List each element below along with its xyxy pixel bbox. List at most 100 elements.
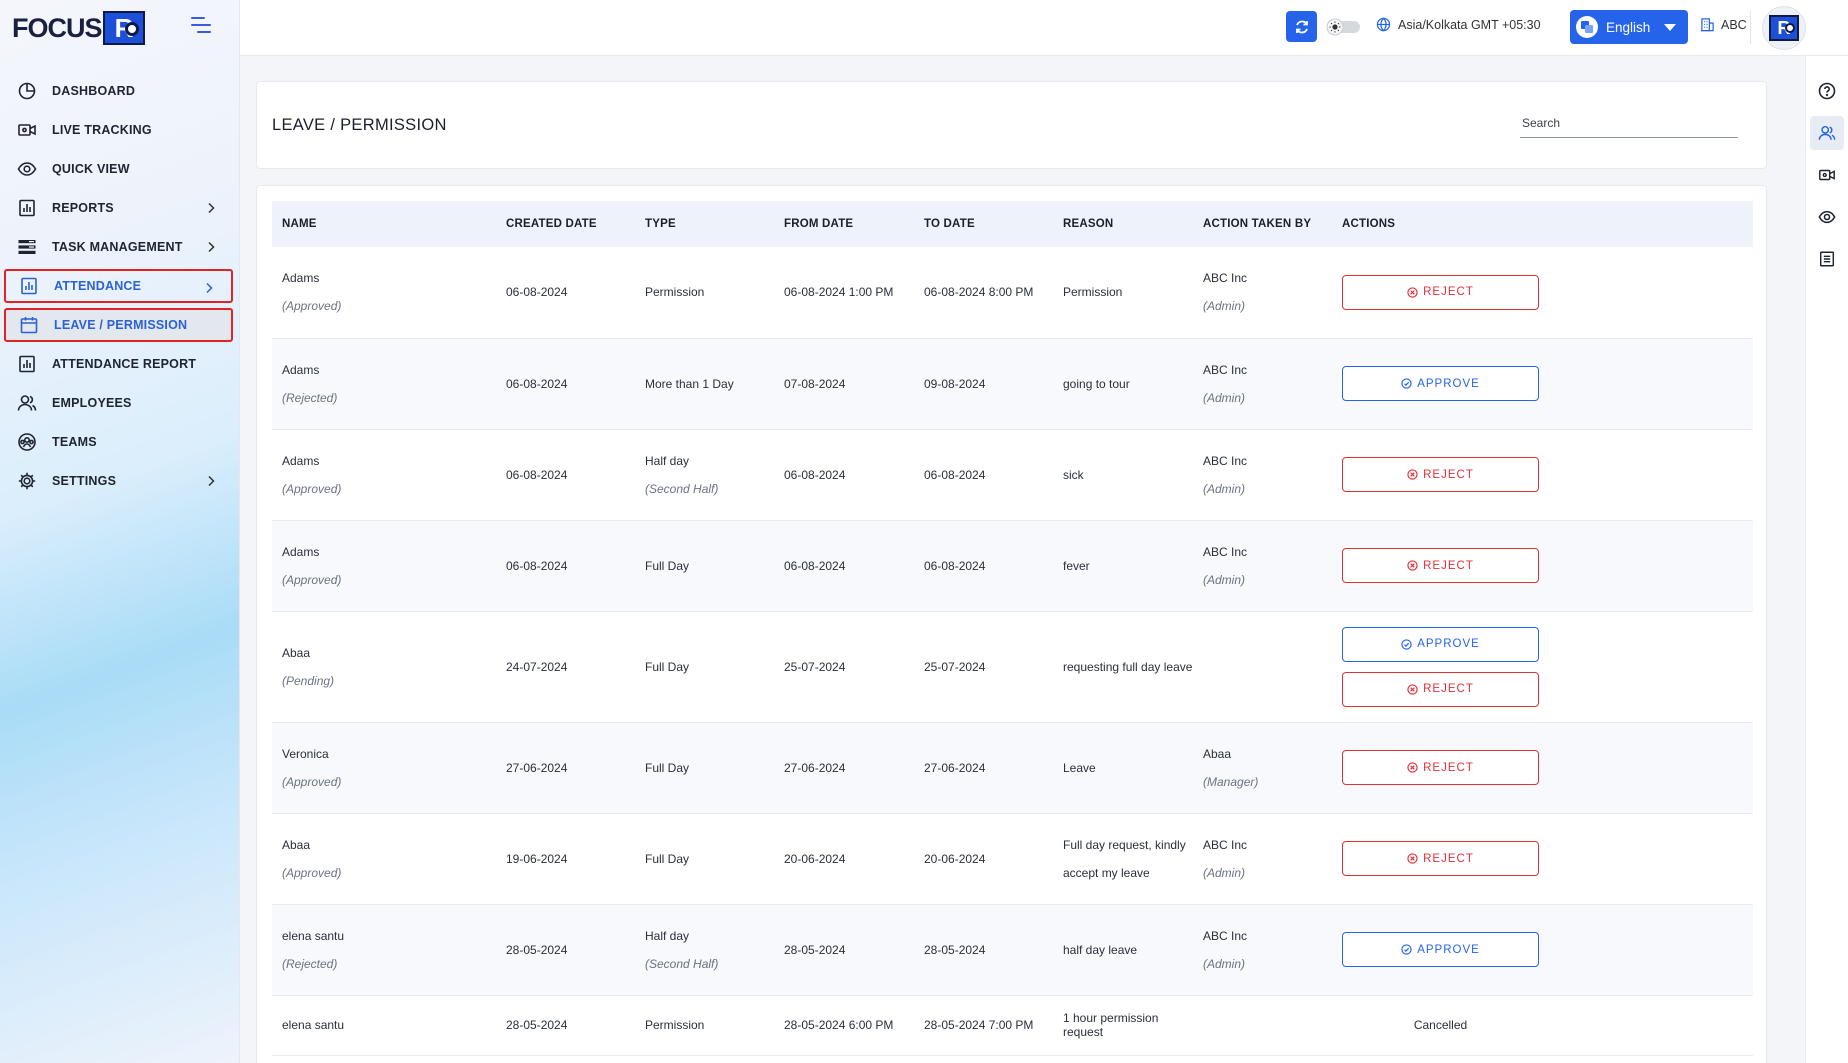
cell-actions: REJECT [1332, 722, 1753, 813]
chevron-right-icon [208, 241, 215, 253]
from-date: 06-08-2024 [784, 467, 846, 482]
timezone-display[interactable]: Asia/Kolkata GMT +05:30 [1376, 17, 1541, 32]
cell-action-taken-by: ABC Inc (Admin) [1193, 429, 1332, 520]
sidebar-item-dashboard[interactable]: DASHBOARD [4, 74, 233, 108]
search-input[interactable] [1520, 108, 1738, 137]
reason: Permission [1063, 285, 1123, 300]
cell-reason: requesting full day leave [1053, 611, 1193, 722]
sidebar-item-attendance[interactable]: ATTENDANCE [4, 269, 233, 303]
reject-button[interactable]: REJECT [1342, 671, 1539, 707]
sidebar-item-employees[interactable]: EMPLOYEES [4, 386, 233, 420]
sidebar-item-label: ATTENDANCE [54, 279, 142, 293]
cell-created-date: 24-07-2024 [496, 611, 635, 722]
page-header-card: LEAVE / PERMISSION [256, 81, 1767, 169]
table-row: Abaa (Pending) 24-07-2024 Full Day 25-07-202… [272, 611, 1753, 722]
logo-wordmark: FOCUS R [12, 11, 145, 45]
menu-toggle-button[interactable] [191, 17, 215, 37]
sidebar-item-label: DASHBOARD [52, 84, 136, 98]
refresh-button[interactable] [1286, 11, 1317, 42]
action-taken-role: (Admin) [1203, 865, 1246, 880]
approve-button[interactable]: APPROVE [1342, 626, 1539, 662]
cell-actions: APPROVE [1332, 338, 1753, 429]
cell-action-taken-by: ABC Inc (Admin) [1193, 338, 1332, 429]
button-label: REJECT [1423, 286, 1474, 299]
help-button[interactable] [1810, 74, 1844, 108]
cell-action-taken-by: Abaa (Manager) [1193, 722, 1332, 813]
cell-created-date: 28-05-2024 [496, 904, 635, 995]
column-header-created-date[interactable]: CREATED DATE [496, 201, 635, 247]
organization-selector[interactable]: ABC [1700, 17, 1747, 32]
column-header-action-taken-by[interactable]: ACTION TAKEN BY [1193, 201, 1332, 247]
sidebar-item-settings[interactable]: SETTINGS [4, 464, 233, 498]
column-header-type[interactable]: TYPE [635, 201, 774, 247]
reason: sick [1063, 467, 1084, 482]
action-taken-by: Abaa [1203, 746, 1232, 761]
approve-button[interactable]: APPROVE [1342, 366, 1539, 401]
table-row: Abaa (Approved) 19-06-2024 Full Day 20-06-20… [272, 813, 1753, 904]
search-field[interactable] [1520, 108, 1738, 138]
action-taken-by: ABC Inc [1203, 271, 1248, 286]
button-label: REJECT [1423, 761, 1474, 774]
teams-icon [16, 431, 38, 453]
sidebar-item-task-management[interactable]: TASK MANAGEMENT [4, 230, 233, 264]
sidebar-item-attendance-report[interactable]: ATTENDANCE REPORT [4, 347, 233, 381]
logo[interactable]: FOCUS R [0, 0, 239, 56]
reject-button[interactable]: REJECT [1342, 457, 1539, 492]
reject-button[interactable]: REJECT [1342, 841, 1539, 876]
report-icon [16, 353, 38, 375]
reject-button[interactable]: REJECT [1342, 548, 1539, 583]
sidebar-item-reports[interactable]: REPORTS [4, 191, 233, 225]
reason: fever [1063, 558, 1090, 573]
sidebar-item-live-tracking[interactable]: LIVE TRACKING [4, 113, 233, 147]
sidebar-item-label: SETTINGS [52, 474, 117, 488]
created-date: 28-05-2024 [506, 942, 568, 957]
video-rail-button[interactable] [1810, 158, 1844, 192]
cell-action-taken-by [1193, 995, 1332, 1055]
cell-reason: 1 hour permission request [1053, 995, 1193, 1055]
cell-action-taken-by: ABC Inc (Admin) [1193, 904, 1332, 995]
cell-actions: APPROVE REJECT [1332, 611, 1753, 722]
employee-name: elena santu [282, 928, 345, 943]
column-header-to-date[interactable]: TO DATE [914, 201, 1053, 247]
reject-button[interactable]: REJECT [1342, 750, 1539, 785]
action-taken-role: (Admin) [1203, 299, 1246, 314]
column-header-from-date[interactable]: FROM DATE [774, 201, 914, 247]
sidebar-item-quick-view[interactable]: QUICK VIEW [4, 152, 233, 186]
eye-rail-button[interactable] [1810, 200, 1844, 234]
sidebar-item-teams[interactable]: TEAMS [4, 425, 233, 459]
cell-type: Half day (Second Half) [635, 904, 774, 995]
column-header-name[interactable]: NAME [272, 201, 496, 247]
sidebar-item-label: EMPLOYEES [52, 396, 132, 410]
avatar[interactable]: R [1762, 6, 1806, 50]
cell-type: Half day (Second Half) [635, 429, 774, 520]
created-date: 06-08-2024 [506, 467, 568, 482]
theme-toggle[interactable] [1326, 18, 1362, 36]
language-select[interactable]: English [1570, 10, 1688, 44]
approve-button[interactable]: APPROVE [1342, 932, 1539, 967]
action-taken-by: ABC Inc [1203, 544, 1248, 559]
to-date: 20-06-2024 [924, 851, 986, 866]
button-label: APPROVE [1417, 377, 1480, 390]
table-row: Adams (Rejected) 06-08-2024 More than 1 Day… [272, 338, 1753, 429]
cell-reason: sick [1053, 429, 1193, 520]
cell-created-date: 28-05-2024 [496, 995, 635, 1055]
reject-button[interactable]: REJECT [1342, 274, 1539, 310]
button-label: REJECT [1423, 468, 1474, 481]
sidebar: FOCUS R DASHBOARD LIVE TRACKING QUICK VI… [0, 0, 240, 1063]
column-header-reason[interactable]: REASON [1053, 201, 1193, 247]
status-text: (Approved) [282, 299, 342, 314]
logo-camera-icon: R [102, 11, 145, 45]
sidebar-item-leave-permission[interactable]: LEAVE / PERMISSION [4, 308, 233, 342]
users-rail-button[interactable] [1810, 116, 1844, 150]
cell-type: Permission [635, 247, 774, 338]
employee-name: Abaa [282, 645, 311, 660]
cell-name: Abaa (Approved) [272, 813, 496, 904]
cell-name: Adams (Approved) [272, 520, 496, 611]
check-circle-icon [1401, 638, 1412, 650]
cell-to-date: 28-05-2024 [914, 904, 1053, 995]
cell-name: Adams (Approved) [272, 247, 496, 338]
reason: 1 hour permission request [1063, 1011, 1159, 1039]
column-header-actions[interactable]: ACTIONS [1332, 201, 1753, 247]
document-rail-button[interactable] [1810, 242, 1844, 276]
table-row: Adams (Approved) 06-08-2024 Half day (Second… [272, 429, 1753, 520]
